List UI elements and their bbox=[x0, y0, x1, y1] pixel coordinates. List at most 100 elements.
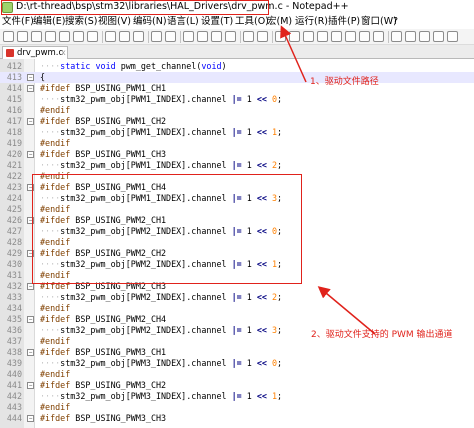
fold-toggle-icon[interactable]: − bbox=[27, 382, 34, 389]
code-text: #ifdef BSP_USING_PWM3_CH1 bbox=[40, 347, 167, 357]
menu-item[interactable]: 插件(P) bbox=[328, 16, 360, 28]
new-file-icon[interactable] bbox=[3, 31, 14, 42]
function-list-icon[interactable] bbox=[345, 31, 356, 42]
find-icon[interactable] bbox=[183, 31, 194, 42]
record-icon[interactable] bbox=[391, 31, 402, 42]
line-number: 443 bbox=[6, 402, 22, 412]
menu-item[interactable]: 语言(L) bbox=[167, 16, 199, 28]
code-line[interactable]: 413−{ bbox=[0, 72, 474, 83]
redo-icon[interactable] bbox=[165, 31, 176, 42]
code-line[interactable]: 443 #endif bbox=[0, 402, 474, 413]
sync-h-icon[interactable] bbox=[257, 31, 268, 42]
save-all-icon[interactable] bbox=[45, 31, 56, 42]
line-number: 425 bbox=[6, 204, 22, 214]
code-line[interactable]: 419 #endif bbox=[0, 138, 474, 149]
menu-item[interactable]: 工具(O) bbox=[235, 16, 269, 28]
zoom-out-icon[interactable] bbox=[225, 31, 236, 42]
code-text: #ifdef BSP_USING_PWM1_CH3 bbox=[40, 149, 167, 159]
doc-map-icon[interactable] bbox=[331, 31, 342, 42]
code-line[interactable]: 416 #endif bbox=[0, 105, 474, 116]
stop-icon[interactable] bbox=[405, 31, 416, 42]
tab-drv-pwm[interactable]: drv_pwm.c x bbox=[2, 46, 68, 59]
menu-item[interactable]: 视图(V) bbox=[98, 16, 131, 28]
code-line[interactable]: 441− #ifdef BSP_USING_PWM3_CH2 bbox=[0, 380, 474, 391]
menu-item[interactable]: 运行(R) bbox=[295, 16, 328, 28]
line-number: 436 bbox=[6, 325, 22, 335]
code-text: ····stm32_pwm_obj[PWM2_INDEX].channel |=… bbox=[40, 292, 283, 302]
undo-icon[interactable] bbox=[151, 31, 162, 42]
udl-icon[interactable] bbox=[317, 31, 328, 42]
code-line[interactable]: 414− #ifdef BSP_USING_PWM1_CH1 bbox=[0, 83, 474, 94]
line-number: 418 bbox=[6, 127, 22, 137]
folder-workspace-icon[interactable] bbox=[359, 31, 370, 42]
fold-toggle-icon[interactable]: − bbox=[27, 85, 34, 92]
save-macro-icon[interactable] bbox=[447, 31, 458, 42]
close-all-icon[interactable] bbox=[73, 31, 84, 42]
code-line[interactable]: 417− #ifdef BSP_USING_PWM1_CH2 bbox=[0, 116, 474, 127]
line-number: 419 bbox=[6, 138, 22, 148]
line-number: 424 bbox=[6, 193, 22, 203]
code-line[interactable]: 440 #endif bbox=[0, 369, 474, 380]
code-text: #ifdef BSP_USING_PWM1_CH2 bbox=[40, 116, 167, 126]
menu-item[interactable]: 设置(T) bbox=[201, 16, 233, 28]
menu-item[interactable]: 宏(M) bbox=[267, 16, 292, 28]
code-line[interactable]: 438− #ifdef BSP_USING_PWM3_CH1 bbox=[0, 347, 474, 358]
line-number: 439 bbox=[6, 358, 22, 368]
menu-item[interactable]: 窗口(W) bbox=[361, 16, 397, 28]
code-line[interactable]: 412 ····static void pwm_get_channel(void) bbox=[0, 61, 474, 72]
zoom-in-icon[interactable] bbox=[211, 31, 222, 42]
play-icon[interactable] bbox=[419, 31, 430, 42]
fold-toggle-icon[interactable]: − bbox=[27, 74, 34, 81]
line-number: 430 bbox=[6, 259, 22, 269]
close-icon[interactable] bbox=[59, 31, 70, 42]
menu-item[interactable]: 编辑(E) bbox=[33, 16, 65, 28]
sync-v-icon[interactable] bbox=[243, 31, 254, 42]
code-line[interactable]: 433 ····stm32_pwm_obj[PWM2_INDEX].channel… bbox=[0, 292, 474, 303]
menu-item[interactable]: 搜索(S) bbox=[65, 16, 97, 28]
fold-toggle-icon[interactable]: − bbox=[27, 283, 34, 290]
title-highlight-box bbox=[1, 0, 269, 15]
line-number: 413 bbox=[6, 72, 22, 82]
fold-toggle-icon[interactable]: − bbox=[27, 118, 34, 125]
save-icon[interactable] bbox=[31, 31, 42, 42]
code-line[interactable]: 420− #ifdef BSP_USING_PWM1_CH3 bbox=[0, 149, 474, 160]
replace-icon[interactable] bbox=[197, 31, 208, 42]
monitor-icon[interactable] bbox=[373, 31, 384, 42]
fold-toggle-icon[interactable]: − bbox=[27, 349, 34, 356]
word-wrap-icon[interactable] bbox=[275, 31, 286, 42]
cut-icon[interactable] bbox=[105, 31, 116, 42]
line-number: 427 bbox=[6, 226, 22, 236]
code-line[interactable]: 444− #ifdef BSP_USING_PWM3_CH3 bbox=[0, 413, 474, 424]
paste-icon[interactable] bbox=[133, 31, 144, 42]
tab-label: drv_pwm.c bbox=[17, 48, 64, 58]
code-line[interactable]: 415 ····stm32_pwm_obj[PWM1_INDEX].channel… bbox=[0, 94, 474, 105]
indent-guide-icon[interactable] bbox=[303, 31, 314, 42]
code-line[interactable]: 435− #ifdef BSP_USING_PWM2_CH4 bbox=[0, 314, 474, 325]
show-all-icon[interactable] bbox=[289, 31, 300, 42]
code-text: ····stm32_pwm_obj[PWM3_INDEX].channel |=… bbox=[40, 358, 283, 368]
fold-toggle-icon[interactable]: − bbox=[27, 415, 34, 422]
code-line[interactable]: 421 ····stm32_pwm_obj[PWM1_INDEX].channel… bbox=[0, 160, 474, 171]
menu-item[interactable]: ? bbox=[393, 16, 398, 28]
tab-close-icon[interactable]: x bbox=[61, 47, 66, 59]
toolbar-separator bbox=[272, 31, 273, 43]
line-number: 421 bbox=[6, 160, 22, 170]
code-line[interactable]: 439 ····stm32_pwm_obj[PWM3_INDEX].channel… bbox=[0, 358, 474, 369]
code-line[interactable]: 434 #endif bbox=[0, 303, 474, 314]
line-number: 428 bbox=[6, 237, 22, 247]
line-number: 423 bbox=[6, 182, 22, 192]
menu-item[interactable]: 文件(F) bbox=[2, 16, 34, 28]
line-number: 444 bbox=[6, 413, 22, 423]
print-icon[interactable] bbox=[87, 31, 98, 42]
code-line[interactable]: 418 ····stm32_pwm_obj[PWM1_INDEX].channel… bbox=[0, 127, 474, 138]
fold-toggle-icon[interactable]: − bbox=[27, 316, 34, 323]
menu-item[interactable]: 编码(N) bbox=[133, 16, 167, 28]
code-line[interactable]: 442 ····stm32_pwm_obj[PWM3_INDEX].channel… bbox=[0, 391, 474, 402]
line-number: 422 bbox=[6, 171, 22, 181]
run-multi-icon[interactable] bbox=[433, 31, 444, 42]
code-text: #endif bbox=[40, 105, 71, 115]
open-file-icon[interactable] bbox=[17, 31, 28, 42]
unsaved-disk-icon bbox=[6, 49, 14, 57]
fold-toggle-icon[interactable]: − bbox=[27, 151, 34, 158]
copy-icon[interactable] bbox=[119, 31, 130, 42]
